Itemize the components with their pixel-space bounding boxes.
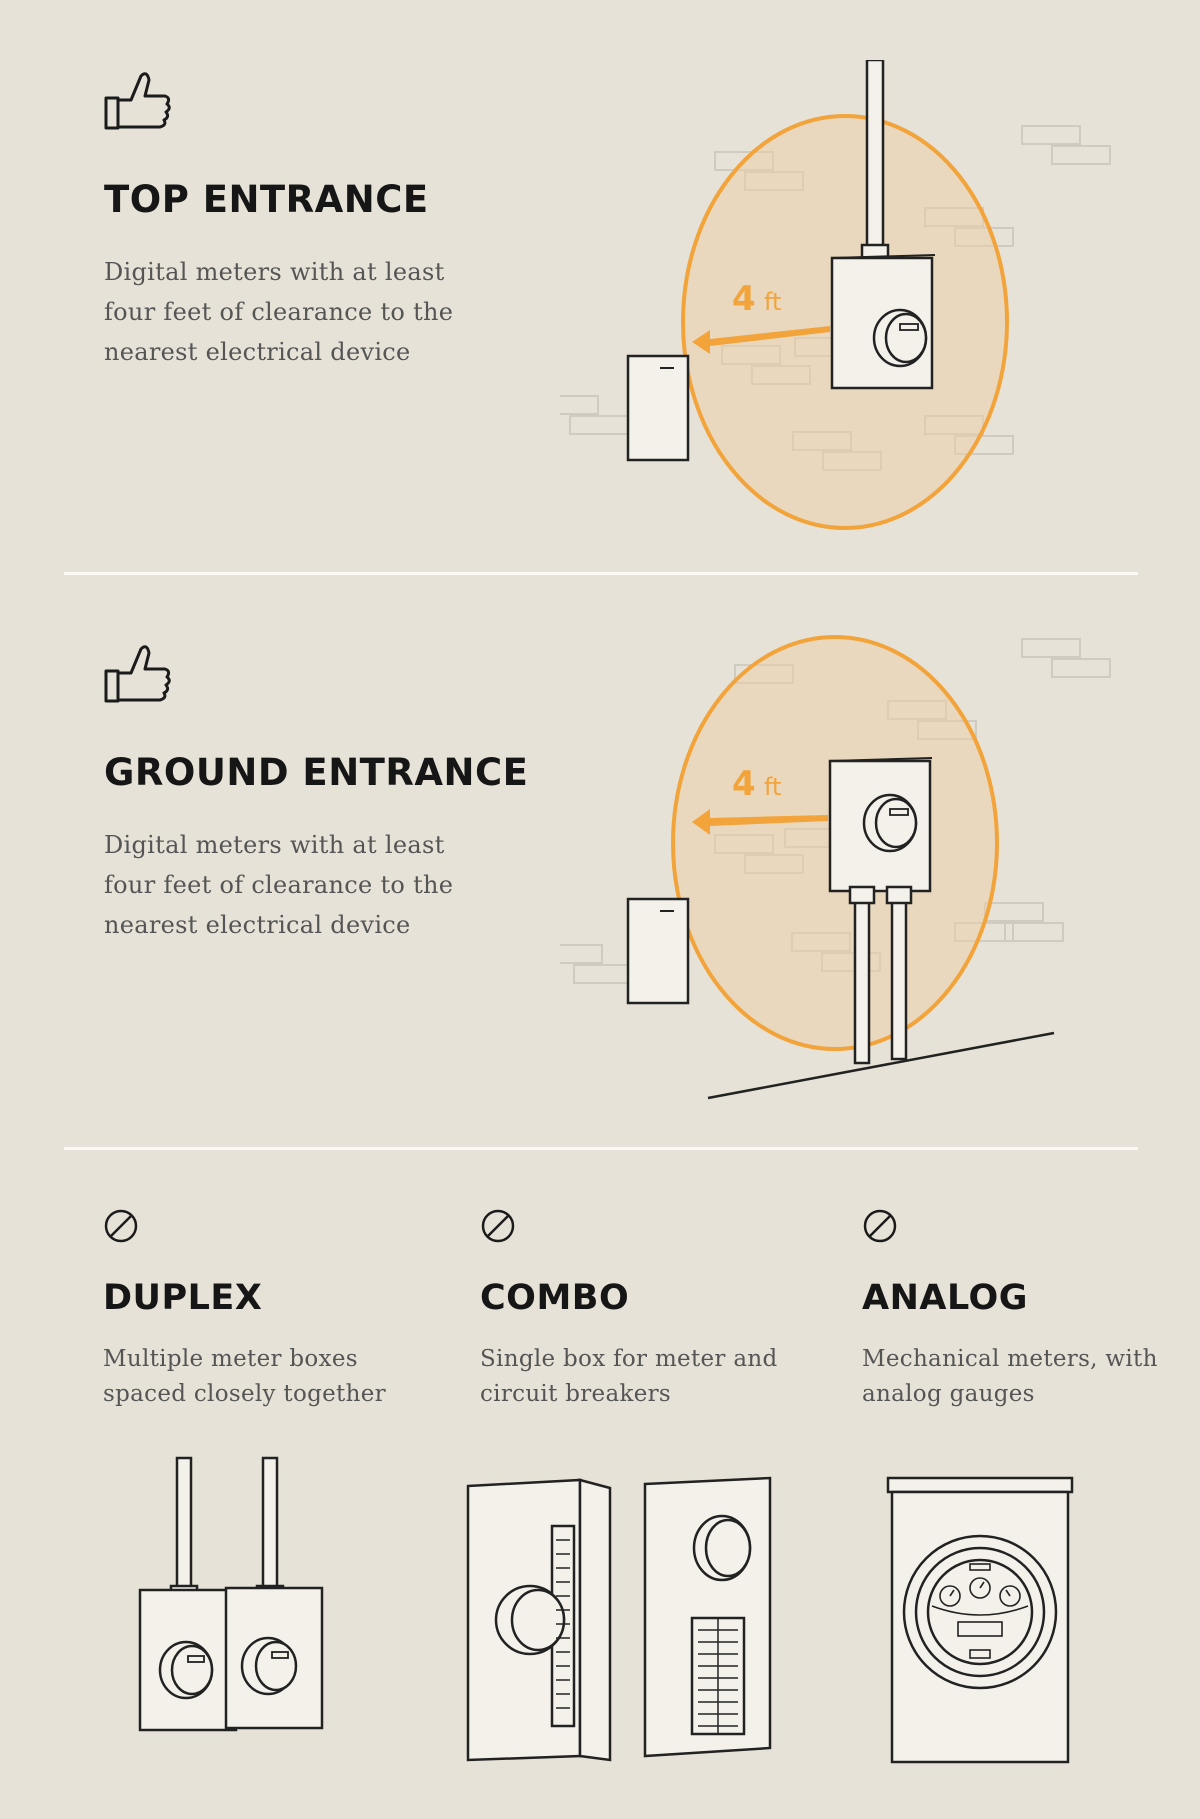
thumbs-up-icon [104, 645, 171, 703]
duplex-illustration [138, 1456, 324, 1732]
thumbs-up-icon [104, 72, 171, 130]
section-title: GROUND ENTRANCE [104, 751, 529, 794]
analog-illustration [886, 1476, 1074, 1764]
ground-entrance-section: GROUND ENTRANCE Digital meters with at l… [0, 575, 1200, 1150]
clearance-unit: ft [764, 773, 781, 801]
section-description: Digital meters with at least four feet o… [104, 831, 454, 939]
card-description: Multiple meter boxes spaced closely toge… [103, 1346, 386, 1407]
combo-illustration [466, 1476, 772, 1762]
clearance-number: 4 [732, 764, 756, 804]
not-allowed-section: DUPLEX Multiple meter boxes spaced close… [0, 1150, 1200, 1819]
clearance-number: 4 [732, 279, 756, 319]
prohibited-icon [104, 1209, 138, 1243]
top-entrance-illustration: 4 ft [560, 60, 1111, 530]
section-title: TOP ENTRANCE [104, 178, 429, 221]
section-description: Digital meters with at least four feet o… [104, 258, 454, 366]
top-entrance-section: TOP ENTRANCE Digital meters with at leas… [0, 0, 1200, 575]
card-title: ANALOG [862, 1278, 1029, 1318]
clearance-unit: ft [764, 288, 781, 316]
ground-entrance-illustration: 4 ft [560, 635, 1111, 1100]
card-title: DUPLEX [103, 1278, 263, 1318]
prohibited-icon [863, 1209, 897, 1243]
card-description: Single box for meter and circuit breaker… [480, 1346, 778, 1407]
card-title: COMBO [480, 1278, 630, 1318]
prohibited-icon [481, 1209, 515, 1243]
card-description: Mechanical meters, with analog gauges [862, 1346, 1158, 1407]
